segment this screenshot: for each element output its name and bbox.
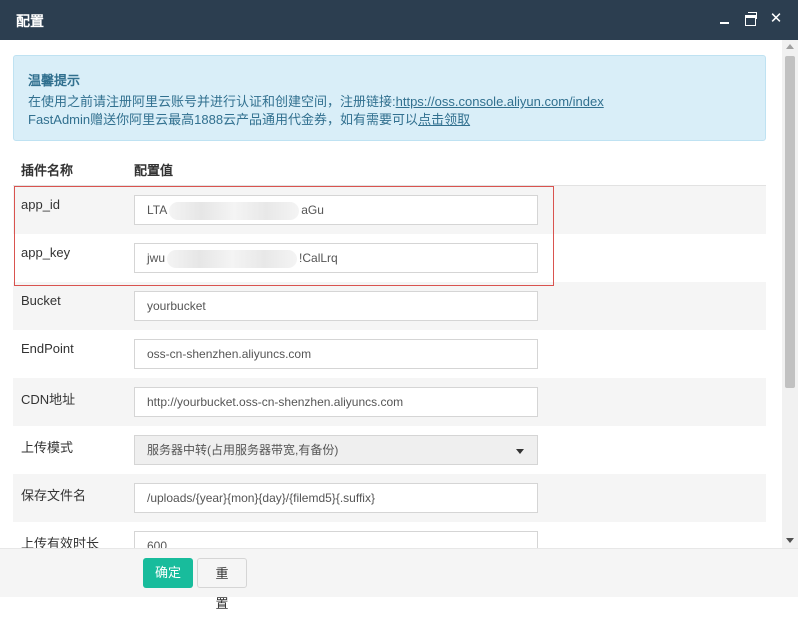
header-name: 插件名称 [21,163,74,178]
window-title: 配置 [16,13,44,29]
header-value: 配置值 [134,163,174,178]
row-label: CDN地址 [21,392,76,407]
table-header: 插件名称 配置值 [13,149,766,186]
save-filename-input[interactable]: /uploads/{year}{mon}{day}/{filemd5}{.suf… [134,483,538,513]
table-row: EndPoint oss-cn-shenzhen.aliyuncs.com [13,330,766,378]
minimize-icon[interactable] [716,10,734,28]
scroll-down-icon[interactable] [786,538,794,543]
table-row: Bucket yourbucket [13,282,766,330]
alert-line-2: FastAdmin赠送你阿里云最高1888云产品通用代金券，如有需要可以点击领取 [28,109,470,128]
restore-icon[interactable] [742,10,760,28]
info-alert: 温馨提示 在使用之前请注册阿里云账号并进行认证和创建空间，注册链接:https:… [13,55,766,141]
table-row: 上传有效时长 600 [13,522,766,548]
alert-line-1: 在使用之前请注册阿里云账号并进行认证和创建空间，注册链接:https://oss… [28,91,604,110]
caret-down-icon [516,449,524,454]
register-link[interactable]: https://oss.console.aliyun.com/index [396,94,604,109]
claim-link[interactable]: 点击领取 [418,112,470,127]
highlight-box [14,186,554,286]
reset-button[interactable]: 重置 [197,558,247,611]
select-value: 服务器中转(占用服务器带宽,有备份) [147,443,339,457]
cdn-url-input[interactable]: http://yourbucket.oss-cn-shenzhen.aliyun… [134,387,538,417]
close-icon[interactable]: ✕ [767,10,785,28]
title-bar: 配置 ✕ [0,0,798,40]
alert-line-1-text: 在使用之前请注册阿里云账号并进行认证和创建空间，注册链接: [28,94,396,109]
dialog-footer: 确定 重置 [0,548,798,611]
alert-line-2-text: FastAdmin赠送你阿里云最高1888云产品通用代金券，如有需要可以 [28,112,419,127]
alert-title: 温馨提示 [28,73,81,88]
upload-expire-input[interactable]: 600 [134,531,538,548]
scroll-thumb[interactable] [785,56,795,388]
table-row: 上传模式 服务器中转(占用服务器带宽,有备份) [13,426,766,474]
vertical-scrollbar[interactable] [782,40,798,548]
row-label: 保存文件名 [21,488,87,503]
table-row: 保存文件名 /uploads/{year}{mon}{day}/{filemd5… [13,474,766,522]
table-row: CDN地址 http://yourbucket.oss-cn-shenzhen.… [13,378,766,426]
confirm-button[interactable]: 确定 [143,558,193,588]
row-label: Bucket [21,293,61,308]
endpoint-input[interactable]: oss-cn-shenzhen.aliyuncs.com [134,339,538,369]
row-label: 上传模式 [21,440,74,455]
bucket-input[interactable]: yourbucket [134,291,538,321]
row-label: EndPoint [21,341,74,356]
row-label: 上传有效时长 [21,536,100,548]
upload-mode-select[interactable]: 服务器中转(占用服务器带宽,有备份) [134,435,538,465]
config-form: 温馨提示 在使用之前请注册阿里云账号并进行认证和创建空间，注册链接:https:… [0,40,782,548]
scroll-up-icon[interactable] [786,44,794,49]
